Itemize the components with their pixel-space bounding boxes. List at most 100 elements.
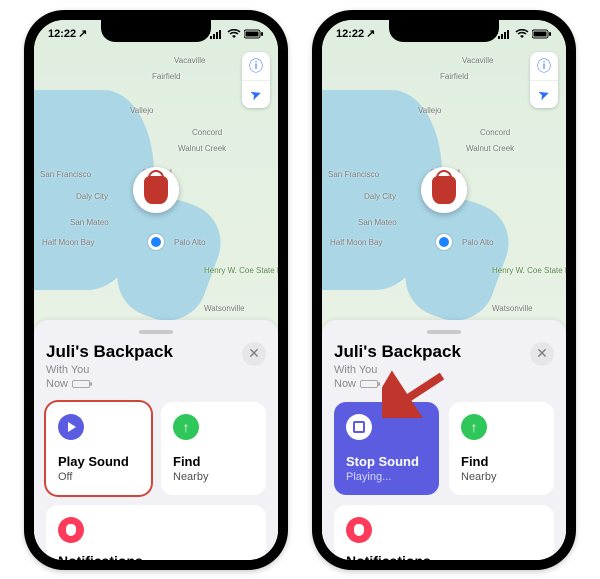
info-icon: ⓘ bbox=[537, 56, 551, 76]
map-label: Vacaville bbox=[462, 56, 493, 65]
cellular-icon bbox=[498, 29, 512, 39]
map[interactable]: Vacaville Fairfield Vallejo Concord Waln… bbox=[34, 20, 278, 340]
bell-icon bbox=[58, 517, 84, 543]
map-label: Concord bbox=[480, 128, 510, 137]
map-label: San Francisco bbox=[328, 170, 379, 179]
status-right bbox=[498, 29, 552, 39]
phone-left: 12:22 ↗ Vacaville Fairfield Vallejo Conc… bbox=[24, 10, 288, 570]
status-time: 12:22 bbox=[336, 28, 364, 40]
map-label: San Francisco bbox=[40, 170, 91, 179]
notifications-card[interactable]: Notifications Notify When Found bbox=[46, 505, 266, 560]
map-label: San Mateo bbox=[70, 218, 109, 227]
map-label: Walnut Creek bbox=[178, 144, 226, 153]
with-you-label: With You bbox=[46, 364, 89, 376]
map-label: Half Moon Bay bbox=[42, 238, 94, 247]
screen-left: 12:22 ↗ Vacaville Fairfield Vallejo Conc… bbox=[34, 20, 278, 560]
screen-right: 12:22 ↗ Vacaville Fairfield Vallejo Conc… bbox=[322, 20, 566, 560]
notifications-title: Notifications bbox=[346, 553, 542, 560]
item-status: Now bbox=[334, 378, 461, 390]
map-label: Half Moon Bay bbox=[330, 238, 382, 247]
find-sub: Nearby bbox=[173, 471, 254, 483]
wifi-icon bbox=[227, 29, 241, 39]
map-locate-button[interactable]: ➤ bbox=[242, 80, 270, 108]
map-label: Henry W. Coe State Park bbox=[492, 266, 566, 275]
bell-icon bbox=[346, 517, 372, 543]
location-services-icon: ↗ bbox=[78, 27, 87, 40]
play-sound-sub: Off bbox=[58, 471, 139, 483]
cellular-icon bbox=[210, 29, 224, 39]
user-location-dot bbox=[436, 234, 452, 250]
close-button[interactable]: ✕ bbox=[530, 342, 554, 366]
map-controls: ⓘ ➤ bbox=[530, 52, 558, 108]
phone-right: 12:22 ↗ Vacaville Fairfield Vallejo Conc… bbox=[312, 10, 576, 570]
play-icon bbox=[58, 414, 84, 440]
item-status: Now bbox=[46, 378, 173, 390]
location-services-icon: ↗ bbox=[366, 27, 375, 40]
stop-sound-title: Stop Sound bbox=[346, 454, 427, 469]
map-info-button[interactable]: ⓘ bbox=[530, 52, 558, 80]
backpack-icon bbox=[432, 176, 456, 204]
backpack-icon bbox=[144, 176, 168, 204]
find-title: Find bbox=[461, 454, 542, 469]
battery-icon bbox=[360, 380, 378, 388]
map-label: Walnut Creek bbox=[466, 144, 514, 153]
battery-icon bbox=[532, 29, 552, 39]
sheet-grabber[interactable] bbox=[427, 330, 461, 334]
locate-icon: ➤ bbox=[536, 84, 553, 104]
map-info-button[interactable]: ⓘ bbox=[242, 52, 270, 80]
item-subtitle: With You bbox=[46, 364, 173, 376]
find-sub: Nearby bbox=[461, 471, 542, 483]
item-sheet[interactable]: Juli's Backpack With You Now ✕ bbox=[34, 320, 278, 560]
battery-icon bbox=[72, 380, 90, 388]
map-label: Vacaville bbox=[174, 56, 205, 65]
notch bbox=[101, 20, 211, 42]
stop-sound-card[interactable]: Stop Sound Playing... bbox=[334, 402, 439, 495]
map-label: Concord bbox=[192, 128, 222, 137]
wifi-icon bbox=[515, 29, 529, 39]
find-title: Find bbox=[173, 454, 254, 469]
map[interactable]: Vacaville Fairfield Vallejo Concord Waln… bbox=[322, 20, 566, 340]
map-label: Fairfield bbox=[440, 72, 468, 81]
map-locate-button[interactable]: ➤ bbox=[530, 80, 558, 108]
play-sound-title: Play Sound bbox=[58, 454, 139, 469]
status-time: 12:22 bbox=[48, 28, 76, 40]
item-pin[interactable] bbox=[133, 167, 179, 213]
now-label: Now bbox=[334, 378, 356, 390]
map-label: Watsonville bbox=[204, 304, 245, 313]
map-label: Palo Alto bbox=[174, 238, 206, 247]
stop-icon bbox=[346, 414, 372, 440]
item-title: Juli's Backpack bbox=[46, 342, 173, 362]
map-label: Henry W. Coe State Park bbox=[204, 266, 278, 275]
sheet-grabber[interactable] bbox=[139, 330, 173, 334]
find-card[interactable]: Find Nearby bbox=[161, 402, 266, 495]
item-pin[interactable] bbox=[421, 167, 467, 213]
notch bbox=[389, 20, 499, 42]
locate-icon: ➤ bbox=[248, 84, 265, 104]
map-label: Vallejo bbox=[418, 106, 441, 115]
close-icon: ✕ bbox=[248, 345, 260, 362]
map-label: Daly City bbox=[76, 192, 108, 201]
map-controls: ⓘ ➤ bbox=[242, 52, 270, 108]
stop-sound-sub: Playing... bbox=[346, 471, 427, 483]
map-label: Daly City bbox=[364, 192, 396, 201]
comparison-stage: 12:22 ↗ Vacaville Fairfield Vallejo Conc… bbox=[0, 0, 600, 579]
map-label: San Mateo bbox=[358, 218, 397, 227]
map-label: Fairfield bbox=[152, 72, 180, 81]
map-label: Watsonville bbox=[492, 304, 533, 313]
now-label: Now bbox=[46, 378, 68, 390]
info-icon: ⓘ bbox=[249, 56, 263, 76]
map-label: Vallejo bbox=[130, 106, 153, 115]
arrow-up-icon bbox=[173, 414, 199, 440]
close-button[interactable]: ✕ bbox=[242, 342, 266, 366]
arrow-up-icon bbox=[461, 414, 487, 440]
notifications-title: Notifications bbox=[58, 553, 254, 560]
play-sound-card[interactable]: Play Sound Off bbox=[46, 402, 151, 495]
item-sheet[interactable]: Juli's Backpack With You Now ✕ bbox=[322, 320, 566, 560]
user-location-dot bbox=[148, 234, 164, 250]
notifications-card[interactable]: Notifications Notify When Found bbox=[334, 505, 554, 560]
find-card[interactable]: Find Nearby bbox=[449, 402, 554, 495]
with-you-label: With You bbox=[334, 364, 377, 376]
status-right bbox=[210, 29, 264, 39]
battery-icon bbox=[244, 29, 264, 39]
map-label: Palo Alto bbox=[462, 238, 494, 247]
